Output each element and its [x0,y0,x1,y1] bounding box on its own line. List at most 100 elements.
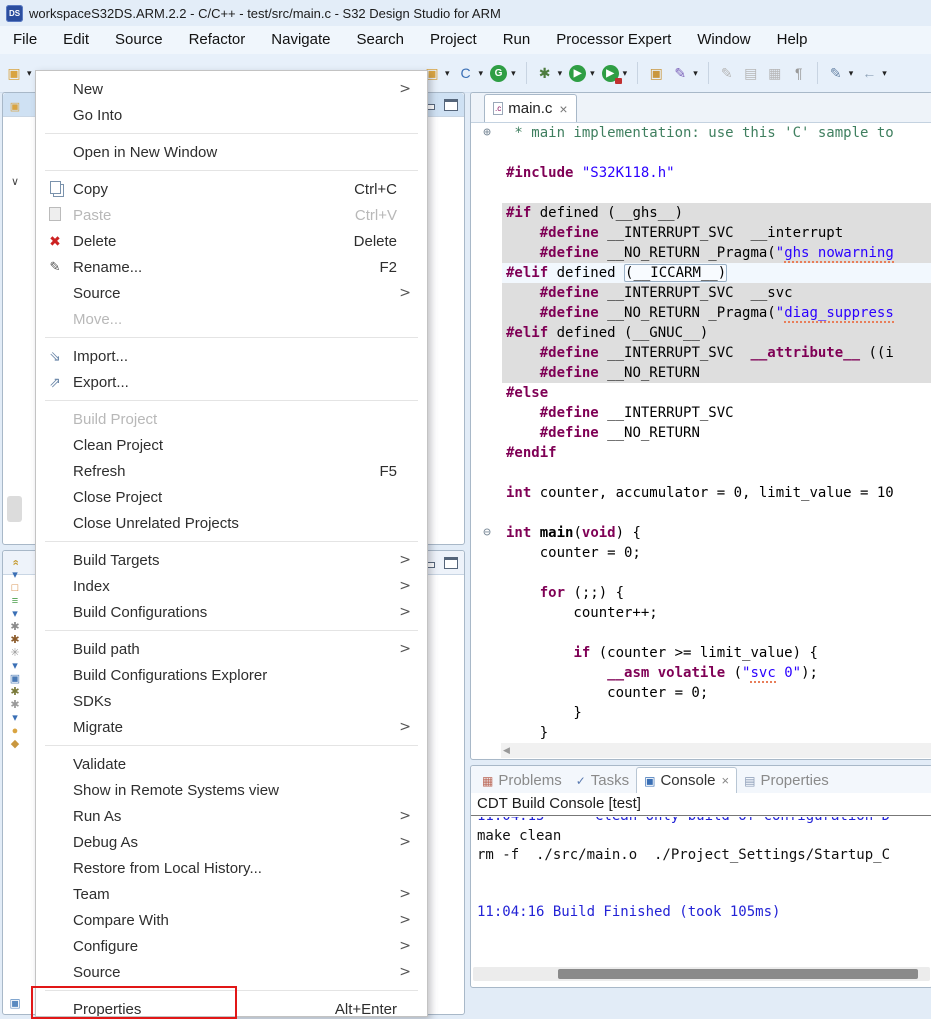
back-dropdown-icon[interactable]: ▾ [882,68,887,79]
spider-icon[interactable]: ✳ [6,647,24,660]
menu-item-build-path[interactable]: Build path> [36,636,427,662]
collapse-all-icon[interactable]: « [9,554,22,572]
view-menu-icon[interactable]: ▾ [6,608,24,621]
run-dropdown-icon[interactable]: ▾ [590,68,595,79]
tab-tasks[interactable]: ✓Tasks [569,768,636,793]
menu-item-run-as[interactable]: Run As> [36,803,427,829]
menu-item-new[interactable]: New> [36,76,427,102]
close-tab-icon[interactable]: × [722,773,730,788]
new-wizard-icon[interactable]: ▣ [3,62,25,84]
components-library-icon[interactable]: ▣ [6,997,24,1010]
profile-dropdown-icon[interactable]: ▾ [623,68,628,79]
last-edit-location-dropdown-icon[interactable]: ▾ [849,68,854,79]
fold-expand-icon[interactable]: ⊕ [472,123,502,143]
menu-item-source[interactable]: Source> [36,959,427,985]
project-explorer-icon[interactable]: ▣ [6,101,24,114]
tab-problems[interactable]: ▦Problems [475,768,569,793]
menu-item-move[interactable]: Move... [36,306,427,332]
tab-console[interactable]: ▣Console× [636,767,737,793]
menu-item-show-in-remote-systems-view[interactable]: Show in Remote Systems view [36,777,427,803]
menu-item-team[interactable]: Team> [36,881,427,907]
scrollbar-thumb[interactable] [7,496,22,522]
menu-item-build-configurations[interactable]: Build Configurations> [36,599,427,625]
gear-icon[interactable]: ✱ [6,621,24,634]
block-selection-icon[interactable]: ▦ [764,62,786,84]
component-icon[interactable]: ▣ [6,673,24,686]
menu-item-copy[interactable]: CopyCtrl+C [36,176,427,202]
menu-item-close-project[interactable]: Close Project [36,484,427,510]
new-wizard-dropdown-icon[interactable]: ▾ [27,68,32,79]
gear-bug-icon[interactable]: ✱ [6,686,24,699]
open-folder-icon[interactable]: ▣ [645,62,667,84]
bead-icon[interactable]: ● [6,725,24,738]
menu-project[interactable]: Project [417,26,490,54]
menu-run[interactable]: Run [490,26,544,54]
debug-icon[interactable]: ✱ [534,62,556,84]
menu-item-rename[interactable]: ✎Rename...F2 [36,254,427,280]
code-editor[interactable]: ⊕ * main implementation: use this 'C' sa… [472,123,931,741]
menu-item-sdks[interactable]: SDKs [36,688,427,714]
menu-item-source[interactable]: Source> [36,280,427,306]
menu-edit[interactable]: Edit [50,26,102,54]
fold-collapse-icon[interactable]: ⊖ [472,523,502,543]
menu-item-compare-with[interactable]: Compare With> [36,907,427,933]
palette-item-icon[interactable]: □ [6,582,24,595]
menu-item-close-unrelated-projects[interactable]: Close Unrelated Projects [36,510,427,536]
menu-item-export[interactable]: ⇗Export... [36,369,427,395]
view-menu-icon[interactable]: ▾ [6,712,24,725]
editor-horizontal-scrollbar[interactable]: ◀ [501,743,931,758]
menu-item-delete[interactable]: ✖DeleteDelete [36,228,427,254]
scroll-left-icon[interactable]: ◀ [501,745,510,756]
last-edit-location-icon[interactable]: ✎ [825,62,847,84]
pin-editor-icon[interactable]: ✎ [716,62,738,84]
menu-item-migrate[interactable]: Migrate> [36,714,427,740]
run-icon[interactable]: ▶ [569,65,586,82]
show-whitespace-icon[interactable]: ¶ [788,62,810,84]
link-editor-icon[interactable]: ▤ [740,62,762,84]
menu-item-open-in-new-window[interactable]: Open in New Window [36,139,427,165]
console-horizontal-scrollbar[interactable] [473,967,930,981]
gear-icon[interactable]: ✱ [6,699,24,712]
generate-code-icon[interactable]: G [490,65,507,82]
bug-icon[interactable]: ✱ [6,634,24,647]
back-icon[interactable]: ← [858,62,880,84]
menu-item-paste[interactable]: PasteCtrl+V [36,202,427,228]
menu-item-validate[interactable]: Validate [36,751,427,777]
menu-item-clean-project[interactable]: Clean Project [36,432,427,458]
console-output[interactable]: 11:04:15 **** Clean-only build of config… [473,817,930,961]
tag-icon[interactable]: ◆ [6,738,24,751]
menu-item-index[interactable]: Index> [36,573,427,599]
menu-refactor[interactable]: Refactor [176,26,259,54]
scrollbar-thumb[interactable] [558,969,918,979]
menu-item-debug-as[interactable]: Debug As> [36,829,427,855]
menu-item-refresh[interactable]: RefreshF5 [36,458,427,484]
annotate-icon[interactable]: ✎ [669,62,691,84]
menu-item-build-configurations-explorer[interactable]: Build Configurations Explorer [36,662,427,688]
menu-processor-expert[interactable]: Processor Expert [543,26,684,54]
menu-item-build-targets[interactable]: Build Targets> [36,547,427,573]
menu-source[interactable]: Source [102,26,176,54]
menu-help[interactable]: Help [764,26,821,54]
menu-file[interactable]: File [0,26,50,54]
menu-item-import[interactable]: ⇘Import... [36,343,427,369]
menu-window[interactable]: Window [684,26,763,54]
debug-dropdown-icon[interactable]: ▾ [558,68,563,79]
generate-code-dropdown-icon[interactable]: ▾ [511,68,516,79]
tab-properties[interactable]: ▤Properties [737,768,836,793]
menu-search[interactable]: Search [343,26,417,54]
menu-item-restore-from-local-history[interactable]: Restore from Local History... [36,855,427,881]
new-c-file-dropdown-icon[interactable]: ▾ [479,68,484,79]
menu-item-go-into[interactable]: Go Into [36,102,427,128]
view-menu-icon[interactable]: ▾ [6,660,24,673]
new-c-file-icon[interactable]: C [455,62,477,84]
maximize-icon[interactable] [444,557,458,569]
annotate-dropdown-icon[interactable]: ▾ [693,68,698,79]
tree-chevron-icon[interactable]: ∨ [6,176,24,189]
layers-icon[interactable]: ≡ [6,595,24,608]
profile-icon[interactable]: ▶ [602,65,619,82]
menu-navigate[interactable]: Navigate [258,26,343,54]
menu-item-configure[interactable]: Configure> [36,933,427,959]
close-tab-icon[interactable]: × [559,101,567,117]
menu-item-build-project[interactable]: Build Project [36,406,427,432]
maximize-icon[interactable] [444,99,458,111]
